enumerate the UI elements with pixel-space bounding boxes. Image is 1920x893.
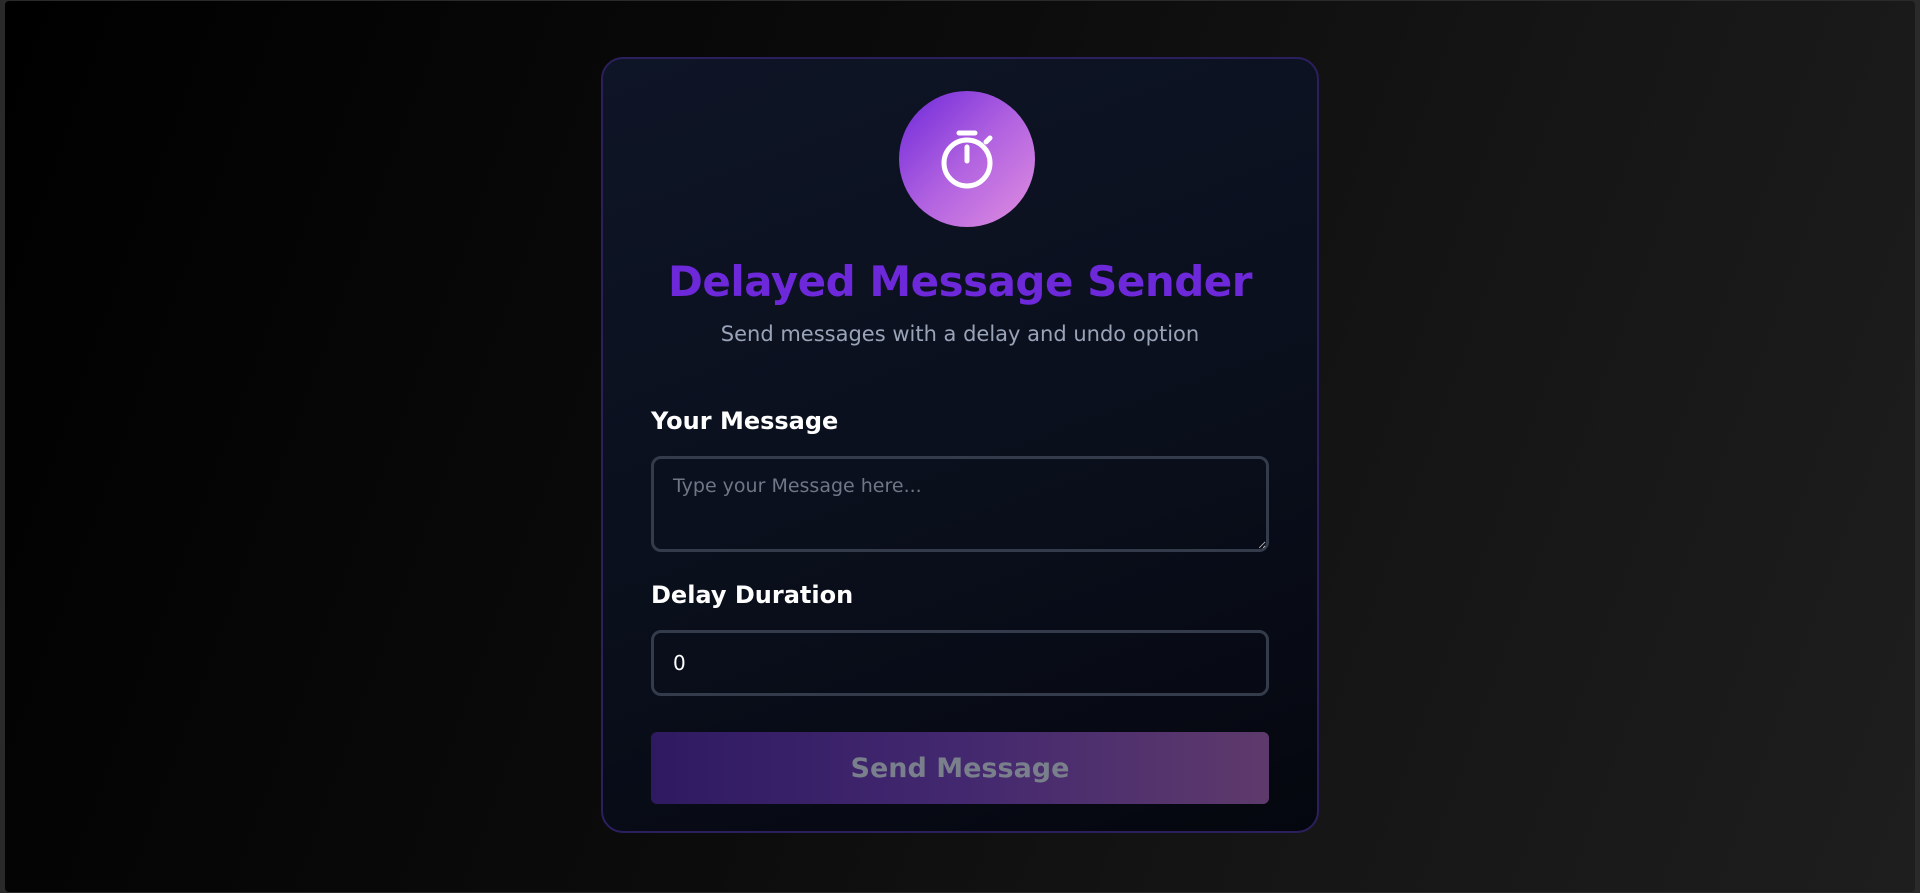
page-title: Delayed Message Sender [667,257,1253,306]
message-input[interactable] [651,456,1269,552]
sender-card: Delayed Message Sender Send messages wit… [601,57,1319,833]
delay-label: Delay Duration [651,581,854,609]
page-subtitle: Send messages with a delay and undo opti… [720,322,1200,346]
message-label: Your Message [651,407,839,435]
app-logo [899,91,1035,227]
delay-input[interactable] [651,630,1269,696]
app-window: Delayed Message Sender Send messages wit… [5,1,1915,892]
send-message-button[interactable]: Send Message [651,732,1269,804]
stopwatch-icon [941,130,993,189]
